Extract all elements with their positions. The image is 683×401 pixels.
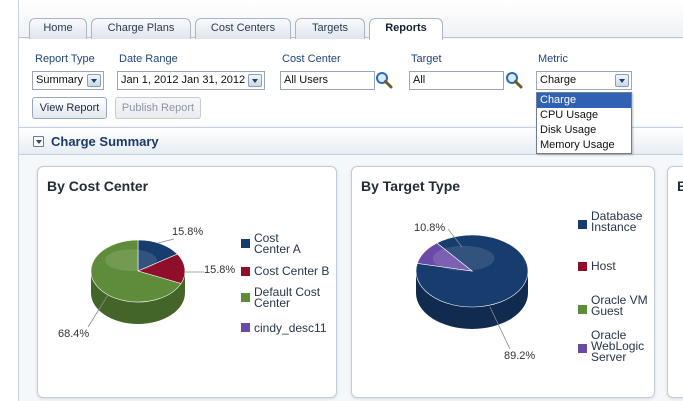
legend-swatch-cost-center-b bbox=[241, 267, 250, 276]
legend-swatch-default-cost-center bbox=[241, 293, 250, 302]
target-value: All bbox=[413, 74, 426, 86]
charge-summary-title: Charge Summary bbox=[51, 134, 159, 149]
legend-oracle-vm-guest: Oracle VM Guest bbox=[591, 293, 648, 318]
chevron-down-icon[interactable] bbox=[615, 74, 629, 87]
search-icon[interactable] bbox=[505, 71, 523, 89]
leader-line-cost-center-a bbox=[157, 238, 175, 244]
charge-report-window: Home Charge Plans Cost Centers Targets R… bbox=[18, 0, 683, 401]
metric-value: Charge bbox=[540, 74, 577, 86]
collapse-toggle-icon[interactable] bbox=[33, 136, 44, 147]
date-range-value: Jan 1, 2012 Jan 31, 2012 bbox=[121, 74, 246, 86]
chevron-down-icon[interactable] bbox=[248, 74, 262, 87]
legend-oracle-weblogic: Oracle WebLogic Server bbox=[591, 328, 645, 364]
legend-default-cost-center: Default Cost Center bbox=[254, 285, 321, 310]
tab-cost-centers[interactable]: Cost Centers bbox=[195, 18, 291, 39]
cost-center-pie-highlight bbox=[105, 249, 157, 271]
legend-cost-center-b: Cost Center B bbox=[254, 264, 330, 278]
legend-swatch-oracle-weblogic bbox=[578, 344, 587, 353]
target-type-pie-highlight bbox=[432, 245, 495, 271]
metric-option-disk-usage[interactable]: Disk Usage bbox=[537, 123, 631, 138]
tab-reports[interactable]: Reports bbox=[369, 18, 443, 40]
target-label: Target bbox=[411, 53, 442, 65]
pie-label-cost-center-a: 15.8% bbox=[172, 226, 204, 238]
legend-swatch-host bbox=[578, 262, 587, 271]
legend-swatch-database-instance bbox=[578, 220, 587, 229]
cost-center-panel: By Cost Center 15.8% 15.8% 68.4% Cost Ce… bbox=[37, 166, 337, 398]
cost-center-pie-chart bbox=[87, 238, 204, 328]
cost-center-label: Cost Center bbox=[282, 53, 341, 65]
legend-cost-center-a: Cost Center A bbox=[254, 231, 301, 256]
report-type-value: Summary bbox=[36, 74, 84, 86]
metric-dropdown-list: Charge CPU Usage Disk Usage Memory Usage bbox=[536, 92, 632, 154]
pie-label-database-instance: 89.2% bbox=[504, 350, 536, 362]
pie-label-cost-center-b: 15.8% bbox=[204, 264, 236, 276]
report-type-label: Report Type bbox=[35, 53, 95, 65]
view-report-button[interactable]: View Report bbox=[32, 97, 107, 119]
legend-swatch-cindy-desc11 bbox=[241, 323, 250, 332]
date-range-label: Date Range bbox=[119, 53, 178, 65]
metric-select[interactable]: Charge bbox=[536, 71, 632, 90]
metric-label: Metric bbox=[538, 53, 568, 65]
third-panel-title: B bbox=[677, 178, 683, 194]
legend-swatch-oracle-vm-guest bbox=[578, 305, 587, 314]
report-type-select[interactable]: Summary bbox=[32, 71, 104, 90]
date-range-select[interactable]: Jan 1, 2012 Jan 31, 2012 bbox=[117, 71, 265, 90]
pie-label-default-cost-center: 68.4% bbox=[58, 328, 90, 340]
legend-host: Host bbox=[591, 259, 616, 273]
pie-label-weblogic: 10.8% bbox=[414, 222, 446, 234]
search-icon[interactable] bbox=[375, 71, 393, 89]
target-type-pie-chart bbox=[415, 228, 529, 350]
tab-targets[interactable]: Targets bbox=[295, 18, 365, 39]
metric-option-charge[interactable]: Charge bbox=[537, 93, 631, 108]
publish-report-button[interactable]: Publish Report bbox=[115, 97, 201, 119]
chevron-down-icon[interactable] bbox=[87, 74, 101, 87]
legend-database-instance: Database Instance bbox=[591, 209, 643, 234]
third-panel: B bbox=[667, 166, 683, 398]
cost-center-input[interactable]: All Users bbox=[280, 71, 375, 90]
tab-charge-plans[interactable]: Charge Plans bbox=[91, 18, 191, 39]
target-input[interactable]: All bbox=[409, 71, 504, 90]
metric-option-memory-usage[interactable]: Memory Usage bbox=[537, 138, 631, 153]
cost-center-value: All Users bbox=[284, 74, 329, 86]
target-type-panel: By Target Type 10.8% 89.2% Database Inst… bbox=[351, 166, 655, 398]
legend-swatch-cost-center-a bbox=[241, 239, 250, 248]
tab-bar: Home Charge Plans Cost Centers Targets R… bbox=[19, 0, 683, 40]
metric-option-cpu-usage[interactable]: CPU Usage bbox=[537, 108, 631, 123]
tab-home[interactable]: Home bbox=[29, 18, 87, 39]
legend-cindy-desc11: cindy_desc11 bbox=[254, 321, 327, 335]
